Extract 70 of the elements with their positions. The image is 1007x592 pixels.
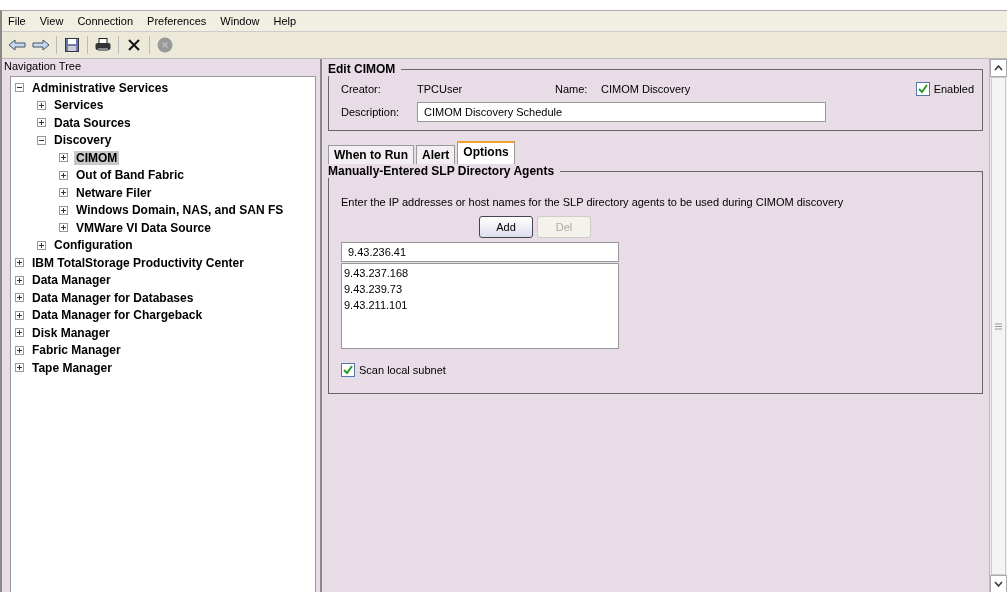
save-icon[interactable] <box>63 36 81 54</box>
tree-item[interactable]: Data Sources <box>52 115 133 130</box>
menu-item[interactable]: View <box>39 15 64 27</box>
tree-item[interactable]: Windows Domain, NAS, and SAN FS <box>74 203 286 218</box>
group-title: Manually-Entered SLP Directory Agents <box>328 164 561 178</box>
tree-item[interactable]: Fabric Manager <box>30 343 123 358</box>
collapse-icon[interactable] <box>37 135 46 145</box>
field-label: Creator: <box>341 83 382 95</box>
expand-icon[interactable] <box>37 100 46 110</box>
tree-item[interactable]: VMWare VI Data Source <box>74 220 213 235</box>
expand-icon[interactable] <box>15 310 24 320</box>
scroll-down-icon[interactable] <box>994 581 1003 587</box>
address-field[interactable]: 9.43.236.41 <box>341 242 619 262</box>
forward-arrow-icon[interactable] <box>32 36 50 54</box>
tree-item[interactable]: Services <box>52 98 106 113</box>
tree-item[interactable]: CIMOM <box>74 150 120 165</box>
expand-icon[interactable] <box>37 118 46 128</box>
grip-icon <box>995 322 1002 330</box>
field-label: Description: <box>341 106 401 118</box>
expand-icon[interactable] <box>15 363 24 373</box>
tab[interactable]: When to Run <box>328 145 414 165</box>
list-item[interactable]: 9.43.211.101 <box>344 297 616 313</box>
instruction-text: Enter the IP addresses or host names for the SLP directory agents to be used during CIMOM discovery <box>341 196 845 208</box>
checkbox[interactable] <box>915 82 930 96</box>
menu-item[interactable]: Preferences <box>147 15 207 27</box>
description-field[interactable]: CIMOM Discovery Schedule <box>417 102 826 122</box>
tree-item[interactable]: Discovery <box>52 133 114 148</box>
expand-icon[interactable] <box>59 223 68 233</box>
tree-item[interactable]: IBM TotalStorage Productivity Center <box>30 255 246 270</box>
tab[interactable]: Options <box>457 141 515 165</box>
expand-icon[interactable] <box>59 153 68 163</box>
expand-icon[interactable] <box>59 170 68 180</box>
list-item[interactable]: 9.43.239.73 <box>344 281 616 297</box>
scroll-up-icon[interactable] <box>994 65 1003 71</box>
tree-item[interactable]: Data Manager for Databases <box>30 290 196 305</box>
tree-item[interactable]: Data Manager <box>30 273 113 288</box>
field-label: Name: <box>555 83 589 95</box>
tree-item[interactable]: Tape Manager <box>30 360 114 375</box>
checkbox-label: Enabled <box>933 83 974 95</box>
tree-item[interactable]: Netware Filer <box>74 185 154 200</box>
expand-icon[interactable] <box>59 205 68 215</box>
tree-item[interactable]: Out of Band Fabric <box>74 168 186 183</box>
menu-item[interactable]: Help <box>273 15 297 27</box>
expand-icon[interactable] <box>15 328 24 338</box>
back-arrow-icon[interactable] <box>8 36 26 54</box>
add-button[interactable]: Add <box>479 216 533 238</box>
group-title: Edit CIMOM <box>328 62 402 76</box>
panel-title: Navigation Tree <box>3 59 83 74</box>
print-icon[interactable] <box>94 36 112 54</box>
tree-item[interactable]: Data Manager for Chargeback <box>30 308 205 323</box>
expand-icon[interactable] <box>37 240 46 250</box>
expand-icon[interactable] <box>15 293 24 303</box>
creator-value: TPCUser <box>417 83 464 95</box>
name-value: CIMOM Discovery <box>601 83 692 95</box>
menu-item[interactable]: Connection <box>77 15 134 27</box>
tree-item[interactable]: Disk Manager <box>30 325 113 340</box>
expand-icon[interactable] <box>15 258 24 268</box>
checkbox[interactable] <box>341 363 355 377</box>
expand-icon[interactable] <box>15 345 24 355</box>
tree-item[interactable]: Administrative Services <box>30 80 171 95</box>
checkbox-label: Scan local subnet <box>359 364 446 376</box>
tab[interactable]: Alert <box>416 145 456 165</box>
scrollbar[interactable] <box>989 59 1007 592</box>
tree-item[interactable]: Configuration <box>52 238 135 253</box>
list-item[interactable]: 9.43.237.168 <box>344 265 616 281</box>
collapse-icon[interactable] <box>15 83 24 93</box>
menu-item[interactable]: File <box>8 15 26 27</box>
expand-icon[interactable] <box>15 275 24 285</box>
expand-icon[interactable] <box>59 188 68 198</box>
menu-item[interactable]: Window <box>220 15 260 27</box>
